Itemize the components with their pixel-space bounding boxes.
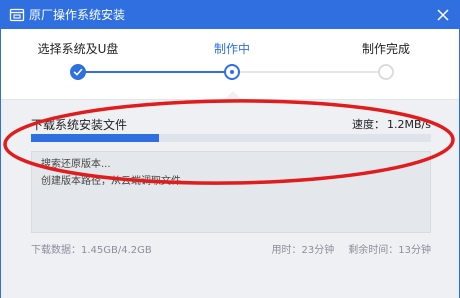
remaining-label: 剩余时间： [348,245,399,256]
log-line: 创建版本路径，从云端调取文件... [41,176,191,187]
download-progress-bar [31,134,431,142]
elapsed-label: 用时： [271,245,302,256]
download-value: 1.45GB/4.2GB [81,245,152,256]
speed-value: 1.2MB/s [387,118,431,131]
status-footer: 下载数据：1.45GB/4.2GB 用时：23分钟 剩余时间：13分钟 [31,244,431,258]
panel-pointer [225,91,241,99]
step-indicator: 选择系统及U盘 制作中 制作完成 [1,29,459,91]
time-stats: 用时：23分钟 剩余时间：13分钟 [272,244,431,258]
log-line: 搜索还原版本... [41,159,111,170]
step-label-making: 制作中 [213,42,251,56]
log-box[interactable]: 搜索还原版本... 创建版本路径，从云端调取文件... [31,151,431,233]
download-stats: 下载数据：1.45GB/4.2GB [31,244,152,258]
window-title: 原厂操作系统安装 [29,8,126,22]
step-track-progress [79,71,232,73]
download-progress-fill [31,134,159,142]
step-node-pending [378,64,394,80]
remaining-value: 13分钟 [398,245,431,256]
step-node-done [70,64,86,80]
step-label-complete: 制作完成 [361,42,411,56]
step-label-select: 选择系统及U盘 [37,42,119,56]
task-label: 下载系统安装文件 [31,118,128,132]
close-button[interactable] [433,5,453,25]
download-label: 下载数据： [31,245,81,256]
installer-window: 原厂操作系统安装 选择系统及U盘 制作中 制作完成 下载系统安装文件 速度： 1.… [0,0,460,298]
checkmark-icon [73,68,83,76]
close-icon [437,9,449,21]
title-bar[interactable]: 原厂操作系统安装 [1,1,459,29]
elapsed-value: 23分钟 [301,245,335,256]
app-window-icon [9,7,25,23]
speed-label: 速度： [352,118,386,131]
download-speed: 速度： 1.2MB/s [352,117,431,133]
step-node-active [224,64,240,80]
